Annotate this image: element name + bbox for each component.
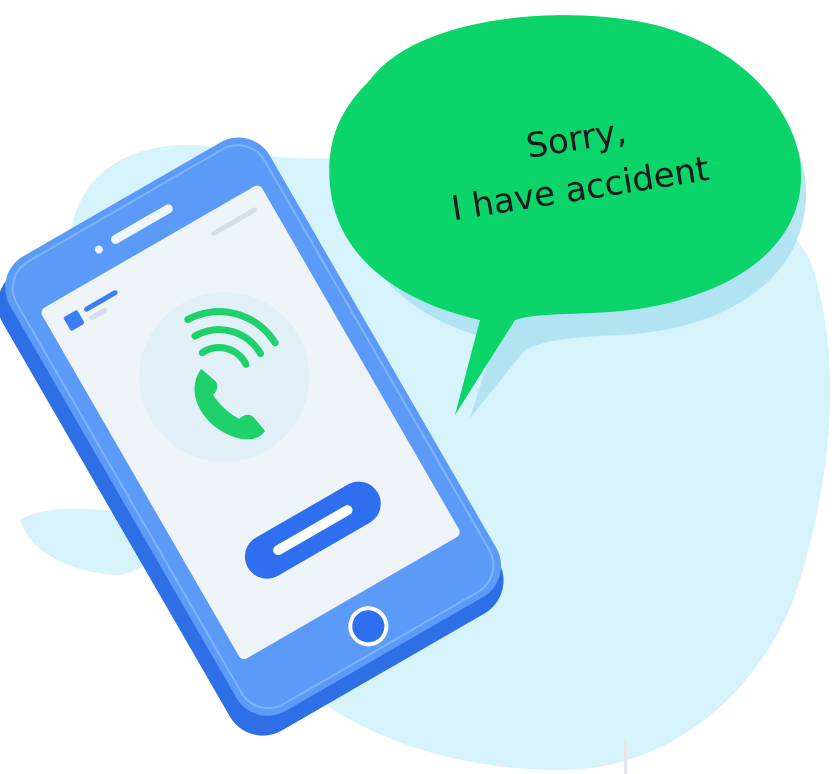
cable xyxy=(624,740,627,774)
illustration: Sorry, I have accident xyxy=(0,0,832,774)
illustration-canvas: Sorry, I have accident xyxy=(0,15,831,774)
